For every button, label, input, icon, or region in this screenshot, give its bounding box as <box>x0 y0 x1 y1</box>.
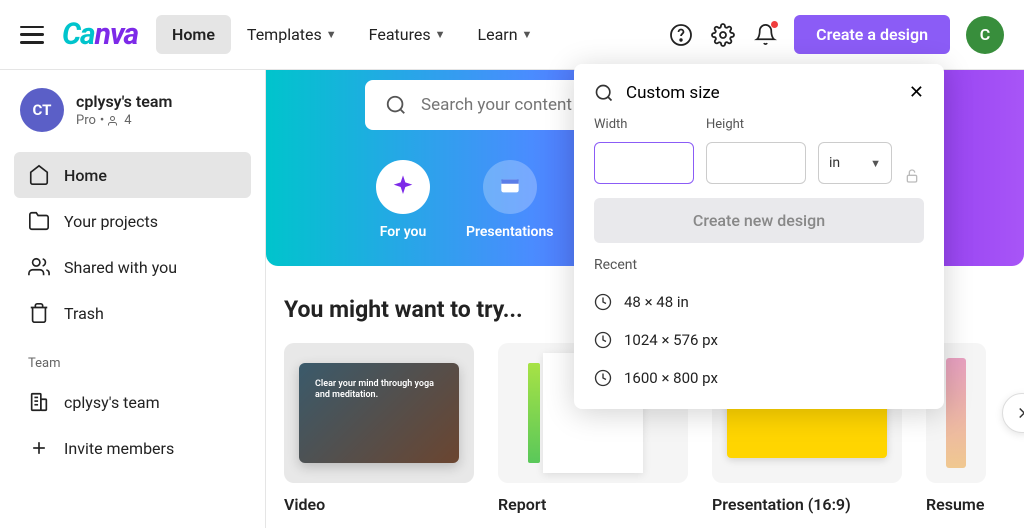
sidebar-item-label: Trash <box>64 304 104 323</box>
recent-size-item[interactable]: 1024 × 576 px <box>594 321 924 359</box>
card-label: Report <box>498 495 688 514</box>
help-icon[interactable] <box>668 22 694 48</box>
sidebar-item-label: Home <box>64 166 107 185</box>
sidebar-item-shared[interactable]: Shared with you <box>14 244 251 290</box>
nav-label: Templates <box>247 25 322 44</box>
chevron-down-icon: ▼ <box>435 28 446 41</box>
card-label: Resume <box>926 495 986 514</box>
sidebar-item-projects[interactable]: Your projects <box>14 198 251 244</box>
sidebar-item-trash[interactable]: Trash <box>14 290 251 336</box>
folder-icon <box>28 210 50 232</box>
recent-size-item[interactable]: 1600 × 800 px <box>594 359 924 397</box>
unit-value: in <box>829 155 840 171</box>
search-icon <box>594 83 614 103</box>
sidebar-item-label: Invite members <box>64 439 174 458</box>
nav-label: Learn <box>477 25 517 44</box>
create-new-design-button[interactable]: Create new design <box>594 198 924 243</box>
nav-label: Features <box>369 25 431 44</box>
home-icon <box>28 164 50 186</box>
top-header: Canva Home Templates ▼ Features ▼ Learn ▼ C… <box>0 0 1024 70</box>
team-header[interactable]: CT cplysy's team Pro•4 <box>14 88 251 132</box>
canva-logo[interactable]: Canva <box>62 17 138 52</box>
sidebar-item-team[interactable]: cplysy's team <box>14 379 251 425</box>
team-meta: Pro•4 <box>76 113 172 128</box>
sidebar-item-home[interactable]: Home <box>14 152 251 198</box>
width-field: Width <box>594 117 694 184</box>
popover-search-input[interactable] <box>626 83 897 103</box>
card-video[interactable]: Clear your mind through yoga and meditat… <box>284 343 474 514</box>
chevron-down-icon: ▼ <box>870 157 881 170</box>
height-input[interactable] <box>706 142 806 184</box>
card-thumbnail: Clear your mind through yoga and meditat… <box>284 343 474 483</box>
card-label: Video <box>284 495 474 514</box>
width-label: Width <box>594 117 694 132</box>
unit-select[interactable]: in ▼ <box>818 142 892 184</box>
close-icon[interactable]: ✕ <box>909 82 924 103</box>
clock-icon <box>594 293 612 311</box>
header-right: Create a design C <box>668 15 1004 54</box>
sidebar-item-label: cplysy's team <box>64 393 160 412</box>
sidebar: CT cplysy's team Pro•4 Home Your project… <box>0 70 266 528</box>
nav-label: Home <box>172 25 215 44</box>
sidebar-item-label: Your projects <box>64 212 158 231</box>
clock-icon <box>594 369 612 387</box>
sidebar-section-team: Team <box>28 356 251 371</box>
sidebar-item-invite[interactable]: Invite members <box>14 425 251 471</box>
scroll-right-button[interactable] <box>1002 393 1024 433</box>
team-name: cplysy's team <box>76 92 172 111</box>
main-nav: Home Templates ▼ Features ▼ Learn ▼ <box>156 15 548 54</box>
category-for-you[interactable]: For you <box>376 160 430 240</box>
width-input[interactable] <box>594 142 694 184</box>
notification-dot <box>771 21 778 28</box>
nav-learn[interactable]: Learn ▼ <box>461 15 548 54</box>
gear-icon[interactable] <box>710 22 736 48</box>
nav-templates[interactable]: Templates ▼ <box>231 15 353 54</box>
trash-icon <box>28 302 50 324</box>
recent-size-label: 1024 × 576 px <box>624 331 718 349</box>
recent-size-item[interactable]: 48 × 48 in <box>594 283 924 321</box>
sparkle-icon <box>376 160 430 214</box>
recent-size-label: 1600 × 800 px <box>624 369 718 387</box>
sidebar-item-label: Shared with you <box>64 258 177 277</box>
presentation-icon <box>483 160 537 214</box>
nav-features[interactable]: Features ▼ <box>353 15 462 54</box>
card-label: Presentation (16:9) <box>712 495 902 514</box>
height-field: Height <box>706 117 806 184</box>
custom-size-popover: ✕ Width Height in ▼ Create new design Re… <box>574 64 944 409</box>
category-label: Presentations <box>466 224 553 240</box>
people-icon <box>28 256 50 278</box>
clock-icon <box>594 331 612 349</box>
category-label: For you <box>380 224 427 240</box>
chevron-down-icon: ▼ <box>522 28 533 41</box>
search-icon <box>385 94 407 116</box>
nav-home[interactable]: Home <box>156 15 231 54</box>
create-design-button[interactable]: Create a design <box>794 15 950 54</box>
recent-size-label: 48 × 48 in <box>624 293 689 311</box>
lock-icon[interactable] <box>904 168 920 184</box>
height-label: Height <box>706 117 806 132</box>
user-avatar[interactable]: C <box>966 16 1004 54</box>
team-badge: CT <box>20 88 64 132</box>
plus-icon <box>28 437 50 459</box>
building-icon <box>28 391 50 413</box>
menu-icon[interactable] <box>20 26 44 44</box>
recent-label: Recent <box>594 257 924 273</box>
chevron-down-icon: ▼ <box>326 28 337 41</box>
bell-icon[interactable] <box>752 22 778 48</box>
category-presentations[interactable]: Presentations <box>466 160 553 240</box>
